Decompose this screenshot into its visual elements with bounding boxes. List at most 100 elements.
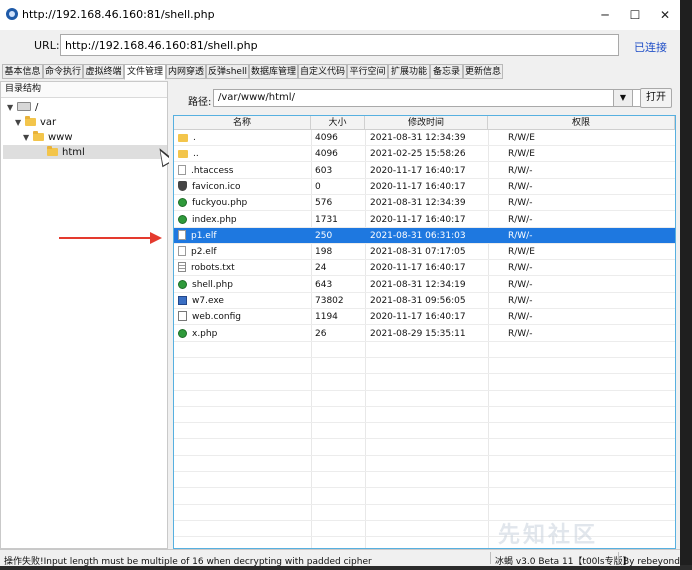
- empty-row: [174, 505, 675, 521]
- open-button[interactable]: 打开: [640, 88, 672, 108]
- cell-size: 1731: [315, 214, 338, 225]
- cell-name: fuckyou.php: [178, 195, 308, 211]
- table-row[interactable]: .. 4096 2021-02-25 15:58:26 R/W/E: [174, 146, 675, 163]
- table-row[interactable]: w7.exe 73802 2021-08-31 09:56:05 R/W/-: [174, 293, 675, 309]
- table-row[interactable]: .htaccess 603 2020-11-17 16:40:17 R/W/-: [174, 163, 675, 179]
- cell-mtime: 2021-08-29 15:35:11: [370, 328, 466, 339]
- table-row[interactable]: fuckyou.php 576 2021-08-31 12:34:39 R/W/-: [174, 195, 675, 212]
- table-row[interactable]: shell.php 643 2021-08-31 12:34:19 R/W/-: [174, 277, 675, 293]
- empty-row: [174, 375, 675, 391]
- tab-update-info[interactable]: 更新信息: [463, 64, 503, 79]
- cell-perm: R/W/-: [508, 312, 533, 323]
- empty-row: [174, 440, 675, 456]
- maximize-icon[interactable]: ☐: [620, 0, 650, 30]
- folder-icon: [178, 150, 188, 159]
- text-icon: [178, 262, 186, 273]
- php-icon: [178, 279, 187, 289]
- cell-mtime: 2021-08-31 06:31:03: [370, 230, 466, 241]
- php-icon: [178, 198, 187, 208]
- cell-name: .htaccess: [178, 163, 308, 179]
- tab-database[interactable]: 数据库管理: [249, 64, 298, 79]
- file-name: index.php: [192, 214, 237, 225]
- url-input[interactable]: [60, 34, 619, 56]
- cell-mtime: 2021-08-31 12:34:39: [370, 133, 466, 143]
- column-header-mtime[interactable]: 修改时间: [365, 116, 488, 130]
- table-row[interactable]: p1.elf 250 2021-08-31 06:31:03 R/W/-: [174, 227, 675, 244]
- tab-virtual-terminal[interactable]: 虚拟终端: [83, 64, 124, 79]
- tab-extensions[interactable]: 扩展功能: [388, 64, 430, 79]
- tree-node-www[interactable]: ▼ www: [23, 131, 73, 145]
- tab-custom-code[interactable]: 自定义代码: [298, 64, 347, 79]
- tab-intranet-tunnel[interactable]: 内网穿透: [166, 64, 206, 79]
- cell-size: 603: [315, 165, 333, 176]
- directory-tree-header: 目录结构: [1, 82, 167, 98]
- tab-memo[interactable]: 备忘录: [430, 64, 463, 79]
- file-list-panel: 路径: /var/www/html/ ▼ 打开 名称 大小 修改时间 权限 . 4…: [169, 81, 680, 549]
- empty-row: [174, 407, 675, 424]
- directory-tree-panel: 目录结构 ▼ / ▼ var ▼ www html: [0, 81, 168, 549]
- empty-row: [174, 489, 675, 505]
- table-row[interactable]: x.php 26 2021-08-29 15:35:11 R/W/-: [174, 326, 675, 342]
- url-bar: URL: 已连接: [0, 30, 680, 62]
- cell-perm: R/W/-: [508, 296, 533, 306]
- cell-size: 0: [315, 181, 321, 192]
- php-icon: [178, 328, 187, 338]
- tab-basic-info[interactable]: 基本信息: [2, 64, 43, 79]
- cell-name: ..: [178, 146, 308, 162]
- file-icon: [178, 229, 186, 240]
- path-label: 路径:: [188, 97, 212, 108]
- tree-node-label: www: [48, 132, 73, 143]
- annotation-arrow-icon: [150, 232, 162, 244]
- folder-icon: [33, 131, 44, 141]
- tab-command-exec[interactable]: 命令执行: [43, 64, 83, 79]
- file-name: x.php: [192, 328, 218, 339]
- tree-node-label: html: [62, 147, 85, 158]
- cell-mtime: 2021-08-31 07:17:05: [370, 247, 466, 258]
- column-header-name[interactable]: 名称: [174, 116, 311, 130]
- author-label: By rebeyond: [623, 557, 680, 567]
- cell-mtime: 2020-11-17 16:40:17: [370, 165, 466, 176]
- column-header-perm[interactable]: 权限: [488, 116, 675, 130]
- tab-parallel-space[interactable]: 平行空间: [347, 64, 388, 79]
- cell-perm: R/W/E: [508, 247, 535, 258]
- file-name: p2.elf: [191, 247, 217, 258]
- cell-size: 4096: [315, 133, 338, 143]
- cell-name: p2.elf: [178, 244, 308, 260]
- cell-mtime: 2020-11-17 16:40:17: [370, 312, 466, 323]
- exe-icon: [178, 296, 187, 305]
- drive-icon: [17, 102, 31, 111]
- expand-arrow-icon[interactable]: ▼: [23, 131, 33, 145]
- table-row[interactable]: p2.elf 198 2021-08-31 07:17:05 R/W/E: [174, 244, 675, 261]
- table-row[interactable]: robots.txt 24 2020-11-17 16:40:17 R/W/-: [174, 260, 675, 277]
- cell-mtime: 2020-11-17 16:40:17: [370, 214, 466, 225]
- file-name: ..: [193, 149, 199, 160]
- file-name: fuckyou.php: [192, 198, 248, 209]
- expand-arrow-icon[interactable]: ▼: [15, 116, 25, 130]
- tree-node-var[interactable]: ▼ var: [15, 116, 56, 130]
- table-row[interactable]: favicon.ico 0 2020-11-17 16:40:17 R/W/-: [174, 179, 675, 195]
- column-header-size[interactable]: 大小: [311, 116, 365, 130]
- minimize-icon[interactable]: ─: [590, 0, 620, 30]
- cell-size: 4096: [315, 149, 338, 160]
- folder-icon: [178, 134, 188, 142]
- cell-name: index.php: [178, 212, 308, 228]
- close-icon[interactable]: ✕: [650, 0, 680, 30]
- path-dropdown-icon[interactable]: ▼: [613, 89, 633, 107]
- expand-arrow-icon[interactable]: ▼: [7, 101, 17, 115]
- tab-reverse-shell[interactable]: 反弹shell: [206, 64, 249, 79]
- file-name: .: [193, 133, 196, 143]
- table-row[interactable]: index.php 1731 2020-11-17 16:40:17 R/W/-: [174, 212, 675, 228]
- table-row[interactable]: . 4096 2021-08-31 12:34:39 R/W/E: [174, 130, 675, 146]
- tab-file-manager[interactable]: 文件管理: [124, 64, 166, 80]
- path-input[interactable]: /var/www/html/: [213, 89, 653, 107]
- tree-node-root[interactable]: ▼ /: [7, 101, 38, 115]
- app-globe-icon: [6, 8, 18, 20]
- status-separator: [618, 552, 619, 564]
- table-row[interactable]: web.config 1194 2020-11-17 16:40:17 R/W/-: [174, 309, 675, 326]
- empty-row: [174, 423, 675, 440]
- cell-name: web.config: [178, 309, 308, 325]
- cell-name: favicon.ico: [178, 179, 308, 195]
- cell-size: 26: [315, 328, 327, 339]
- tree-node-html[interactable]: html: [37, 146, 85, 160]
- empty-row: [174, 472, 675, 489]
